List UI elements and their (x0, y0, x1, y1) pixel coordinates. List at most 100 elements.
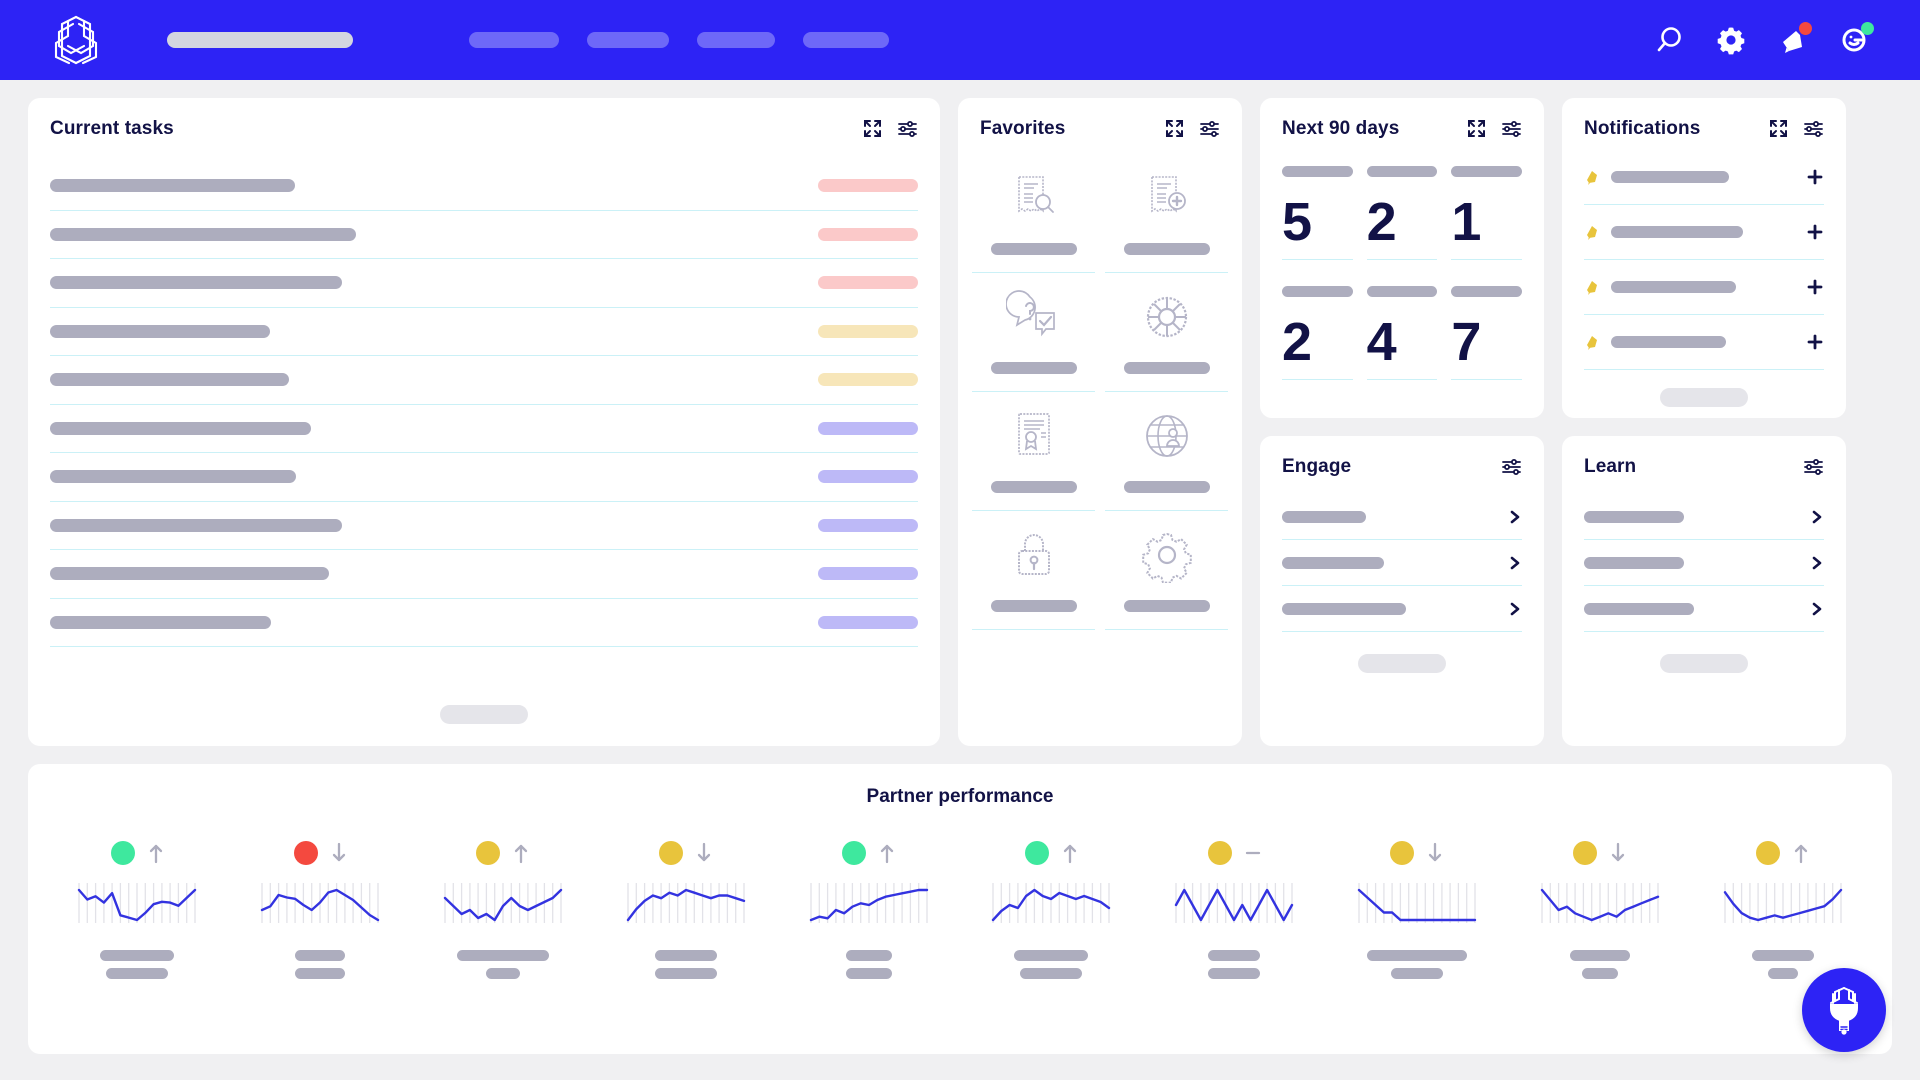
learn-list (1562, 478, 1846, 632)
favorite-item[interactable] (1105, 511, 1228, 630)
kpi-label-placeholder (1282, 286, 1353, 297)
kpi-metric[interactable]: 7 (1451, 286, 1522, 380)
partner-label-group (594, 950, 777, 979)
favorite-item[interactable] (1105, 273, 1228, 392)
favorite-item[interactable] (1105, 392, 1228, 511)
plus-icon[interactable] (1806, 223, 1824, 241)
kpi-metric[interactable]: 5 (1282, 166, 1353, 260)
favorite-item[interactable] (972, 273, 1095, 392)
gear-icon[interactable] (1714, 23, 1748, 57)
partner-indicator (842, 838, 895, 868)
task-row[interactable] (50, 453, 918, 501)
chevron-right-icon[interactable] (1810, 509, 1824, 525)
partner-performance-item[interactable] (1508, 838, 1691, 979)
engage-load-more[interactable] (1358, 654, 1446, 673)
list-item[interactable] (1282, 586, 1522, 631)
search-icon[interactable] (1652, 23, 1686, 57)
favorite-label-placeholder (1123, 362, 1210, 374)
current-tasks-footer (28, 705, 940, 724)
sliders-icon[interactable] (1199, 118, 1220, 139)
list-item-label-placeholder (1584, 602, 1694, 615)
plus-icon[interactable] (1806, 168, 1824, 186)
partner-performance-item[interactable] (46, 838, 229, 979)
kpi-metric[interactable]: 1 (1451, 166, 1522, 260)
expand-icon[interactable] (1164, 118, 1185, 139)
plus-icon[interactable] (1806, 333, 1824, 351)
task-title-placeholder (50, 470, 296, 484)
kpi-metric[interactable]: 4 (1366, 286, 1438, 380)
partner-performance-item[interactable] (412, 838, 595, 979)
favorites-card: Favorites (958, 98, 1242, 746)
partner-performance-item[interactable] (594, 838, 777, 979)
chevron-right-icon[interactable] (1810, 555, 1824, 571)
partner-performance-item[interactable] (960, 838, 1143, 979)
nav-item-4[interactable] (803, 32, 889, 48)
chevron-right-icon[interactable] (1508, 601, 1522, 617)
swirl-logo-icon[interactable] (48, 12, 104, 68)
chevron-right-icon[interactable] (1508, 555, 1522, 571)
favorite-label-placeholder (990, 362, 1077, 374)
favorite-item[interactable] (972, 511, 1095, 630)
status-dot (110, 841, 135, 865)
notification-row[interactable] (1584, 205, 1824, 259)
sliders-icon[interactable] (1501, 456, 1522, 477)
notifications-load-more[interactable] (1660, 388, 1748, 407)
list-item[interactable] (1584, 586, 1824, 631)
partner-performance-item[interactable] (777, 838, 960, 979)
task-row[interactable] (50, 356, 918, 404)
nav-item-3[interactable] (697, 32, 775, 48)
partner-performance-item[interactable] (1143, 838, 1326, 979)
list-item[interactable] (1584, 494, 1824, 539)
page-title: Current tasks (50, 118, 174, 139)
sliders-icon[interactable] (1501, 118, 1522, 139)
user-avatar-icon[interactable] (1838, 22, 1874, 57)
chevron-right-icon[interactable] (1810, 601, 1824, 617)
list-item[interactable] (1584, 540, 1824, 585)
favorite-item[interactable] (972, 154, 1095, 273)
notifications-title: Notifications (1584, 118, 1701, 139)
favorite-item[interactable] (1105, 154, 1228, 273)
current-tasks-load-more[interactable] (440, 705, 528, 724)
notification-row[interactable] (1584, 260, 1824, 314)
expand-icon[interactable] (1466, 118, 1487, 139)
task-row[interactable] (50, 502, 918, 550)
partner-performance-item[interactable] (229, 838, 412, 979)
plus-icon[interactable] (1806, 278, 1824, 296)
kpi-metric[interactable]: 2 (1366, 166, 1438, 260)
sparkline (809, 882, 929, 924)
sliders-icon[interactable] (1803, 456, 1824, 477)
list-item[interactable] (1282, 540, 1522, 585)
favorite-item[interactable] (972, 392, 1095, 511)
task-row[interactable] (50, 308, 918, 356)
notification-divider (1584, 369, 1824, 370)
task-row[interactable] (50, 162, 918, 210)
notification-row[interactable] (1584, 150, 1824, 204)
expand-icon[interactable] (862, 118, 883, 139)
announcement-icon[interactable] (1776, 22, 1812, 57)
task-row[interactable] (50, 550, 918, 598)
task-row[interactable] (50, 405, 918, 453)
task-row[interactable] (50, 211, 918, 259)
lightbulb-idea-icon[interactable] (1802, 968, 1886, 1052)
engage-footer (1260, 654, 1544, 673)
status-dot (1390, 841, 1415, 865)
task-row[interactable] (50, 259, 918, 307)
notifications-footer (1562, 388, 1846, 407)
list-item[interactable] (1282, 494, 1522, 539)
kpi-metric[interactable]: 2 (1282, 286, 1353, 380)
partner-performance-item[interactable] (1691, 838, 1874, 979)
nav-item-1[interactable] (469, 32, 559, 48)
partner-performance-item[interactable] (1326, 838, 1509, 979)
engage-list (1260, 478, 1544, 632)
sparkline (1174, 882, 1294, 924)
task-title-placeholder (50, 421, 311, 435)
nav-item-2[interactable] (587, 32, 669, 48)
chevron-right-icon[interactable] (1508, 509, 1522, 525)
sliders-icon[interactable] (1803, 118, 1824, 139)
learn-load-more[interactable] (1660, 654, 1748, 673)
task-row[interactable] (50, 599, 918, 647)
sliders-icon[interactable] (897, 118, 918, 139)
list-item-label-placeholder (1282, 510, 1366, 523)
expand-icon[interactable] (1768, 118, 1789, 139)
notification-row[interactable] (1584, 315, 1824, 369)
